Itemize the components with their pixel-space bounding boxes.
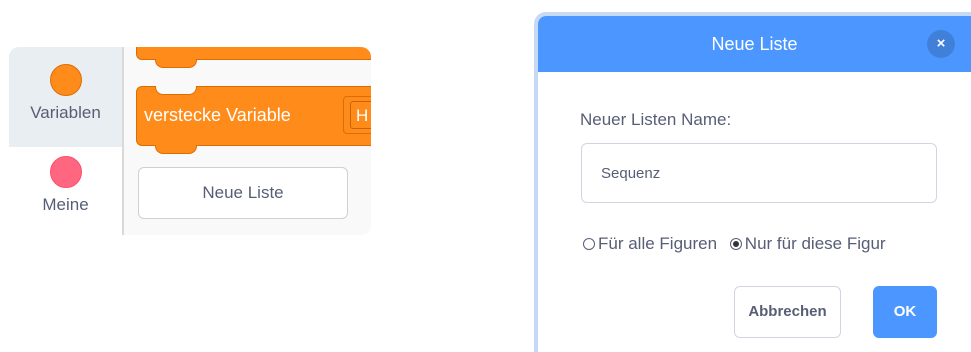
variables-category-icon [49,64,82,96]
option-all-sprites[interactable]: Für alle Figuren [583,234,717,253]
hide-variable-block[interactable]: verstecke Variable H [136,86,371,154]
variable-dropdown-value: H [350,101,371,129]
category-menu: Variablen Meine [9,47,122,235]
block-label: verstecke Variable [144,105,291,125]
category-label: Variablen [30,103,101,122]
my-blocks-category-icon [49,156,82,188]
ok-button[interactable]: OK [873,286,937,338]
list-name-input[interactable] [581,143,937,203]
list-name-label: Neuer Listen Name: [580,110,732,129]
block-palette: Variablen Meine verstecke Variable H Neu… [9,47,371,235]
modal-header: Neue Liste [538,16,971,72]
option-label: Nur für diese Figur [744,234,886,253]
radio-icon[interactable] [583,238,595,250]
cancel-button[interactable]: Abbrechen [734,286,841,338]
variable-dropdown[interactable]: H [343,96,371,134]
category-variables[interactable]: Variablen [9,47,122,147]
new-list-button[interactable]: Neue Liste [138,167,348,219]
option-label: Für alle Figuren [598,234,718,253]
new-list-modal: Neue Liste × Neuer Listen Name: Für alle… [534,12,971,352]
option-this-sprite-only[interactable]: Nur für diese Figur [729,234,886,253]
category-label: Meine [42,195,89,214]
close-icon[interactable]: × [927,30,955,58]
variable-block-partial[interactable] [136,47,371,68]
radio-selected-icon[interactable] [729,238,742,250]
scope-options: Für alle Figuren Nur für diese Figur [583,234,894,254]
category-my-blocks[interactable]: Meine [9,147,122,235]
blocks-area: verstecke Variable H Neue Liste [124,47,371,235]
modal-title: Neue Liste [711,34,798,54]
